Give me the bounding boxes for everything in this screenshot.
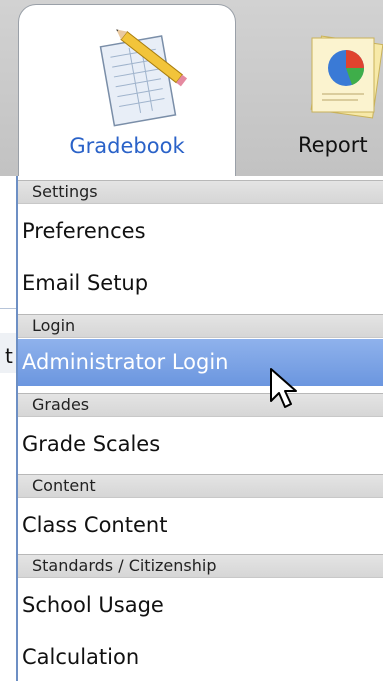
menu-item-class-content[interactable]: Class Content: [18, 499, 383, 551]
menu-header-login: Login: [18, 314, 383, 338]
tab-report-label: Report: [298, 133, 368, 157]
menu-item-school-usage[interactable]: School Usage: [18, 579, 383, 631]
tab-report[interactable]: Report: [290, 4, 383, 176]
menu-item-email-setup[interactable]: Email Setup: [18, 257, 383, 309]
menu-header-standards-citizenship: Standards / Citizenship: [18, 554, 383, 578]
menu-header-content: Content: [18, 474, 383, 498]
gradebook-dropdown-menu: Settings Preferences Email Setup Login A…: [16, 176, 383, 681]
tab-gradebook[interactable]: Gradebook: [18, 4, 236, 176]
menu-item-calculation[interactable]: Calculation: [18, 631, 383, 683]
mouse-pointer-icon: [270, 368, 297, 408]
menu-header-settings: Settings: [18, 180, 383, 204]
gradebook-icon: [99, 29, 188, 127]
menu-item-grade-scales[interactable]: Grade Scales: [18, 418, 383, 470]
tab-gradebook-label: Gradebook: [69, 134, 185, 158]
menu-item-preferences[interactable]: Preferences: [18, 205, 383, 257]
menu-header-grades: Grades: [18, 393, 383, 417]
report-icon: [310, 35, 383, 119]
menu-item-administrator-login[interactable]: Administrator Login: [18, 339, 383, 386]
page-text-fragment: t: [5, 344, 13, 368]
